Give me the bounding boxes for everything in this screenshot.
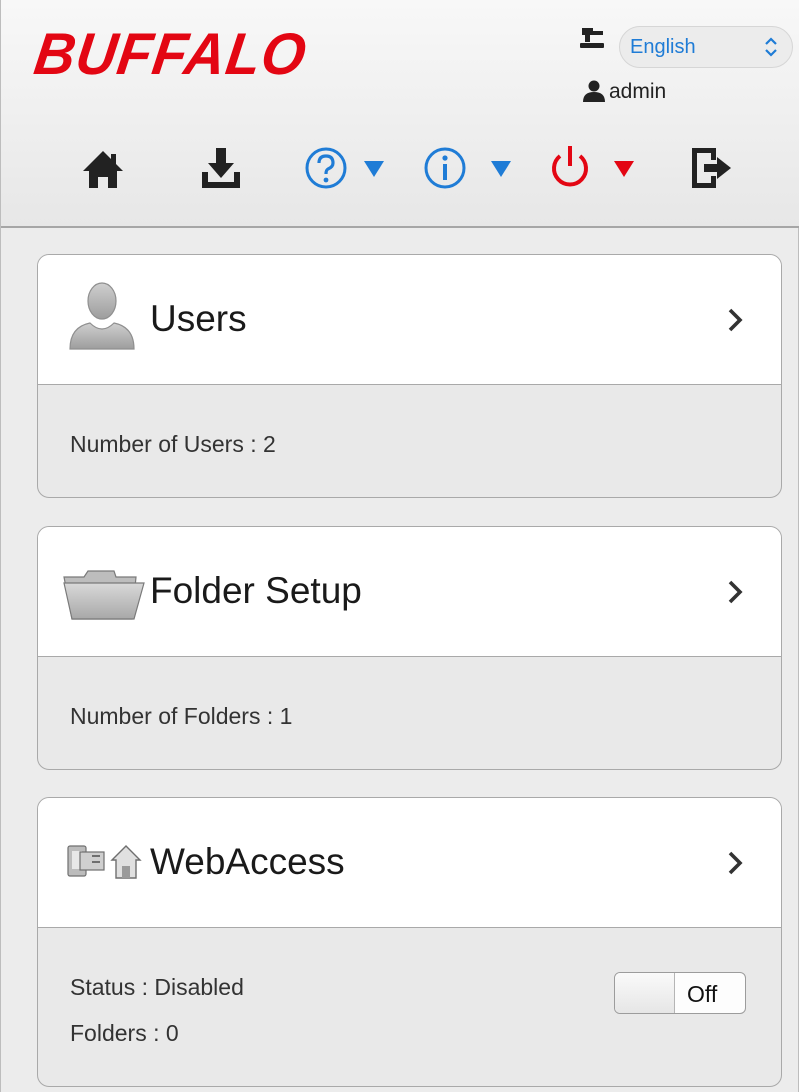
power-dropdown-arrow-icon: [614, 161, 634, 177]
info-dropdown-arrow-icon: [491, 161, 511, 177]
folder-setup-card-header[interactable]: Folder Setup: [38, 527, 781, 657]
user-icon: [583, 80, 605, 102]
header-bar: BUFFALO English admin: [1, 0, 799, 228]
toggle-knob: [615, 973, 675, 1013]
current-user-name: admin: [609, 80, 667, 103]
language-select[interactable]: English: [619, 26, 793, 68]
users-card-header[interactable]: Users: [38, 255, 781, 385]
toggle-label: Off: [687, 981, 718, 1007]
help-menu-button[interactable]: [304, 140, 394, 200]
webaccess-card: WebAccess Status : Disabled Folders : 0 …: [37, 797, 782, 1087]
folder-setup-card: Folder Setup Number of Folders : 1: [37, 526, 782, 770]
help-dropdown-arrow-icon: [364, 161, 384, 177]
folder-icon: [63, 570, 145, 620]
webaccess-card-header[interactable]: WebAccess: [38, 798, 781, 928]
info-menu-button[interactable]: [423, 140, 513, 200]
info-icon: [424, 147, 466, 189]
home-button[interactable]: [81, 140, 131, 200]
help-icon: [305, 147, 347, 189]
webaccess-folders-text: Folders : 0: [70, 1020, 179, 1046]
webaccess-card-title: WebAccess: [150, 841, 345, 882]
logout-button[interactable]: [689, 140, 739, 200]
users-count-text: Number of Users : 2: [70, 431, 276, 457]
users-card-title: Users: [150, 298, 247, 339]
toolbar: [1, 140, 799, 200]
power-menu-button[interactable]: [548, 140, 638, 200]
select-arrows-icon: [765, 37, 777, 57]
download-button[interactable]: [199, 140, 249, 200]
folders-count-text: Number of Folders : 1: [70, 703, 293, 729]
webaccess-toggle[interactable]: Off: [614, 972, 746, 1014]
buffalo-logo[interactable]: BUFFALO: [30, 20, 311, 86]
chevron-right-icon: [728, 308, 743, 332]
language-icon: [580, 28, 604, 48]
language-select-value: English: [630, 35, 696, 58]
download-icon: [202, 148, 240, 188]
folder-setup-card-title: Folder Setup: [150, 570, 362, 611]
power-icon: [552, 146, 588, 187]
users-card: Users Number of Users : 2: [37, 254, 782, 498]
home-icon: [83, 151, 123, 188]
webaccess-icon: [67, 845, 142, 879]
logout-icon: [692, 148, 731, 188]
webaccess-status-text: Status : Disabled: [70, 974, 244, 1000]
chevron-right-icon: [728, 851, 743, 875]
user-silhouette-icon: [69, 282, 135, 350]
chevron-right-icon: [728, 580, 743, 604]
app-frame: BUFFALO English admin Users Number of Us…: [0, 0, 799, 1092]
